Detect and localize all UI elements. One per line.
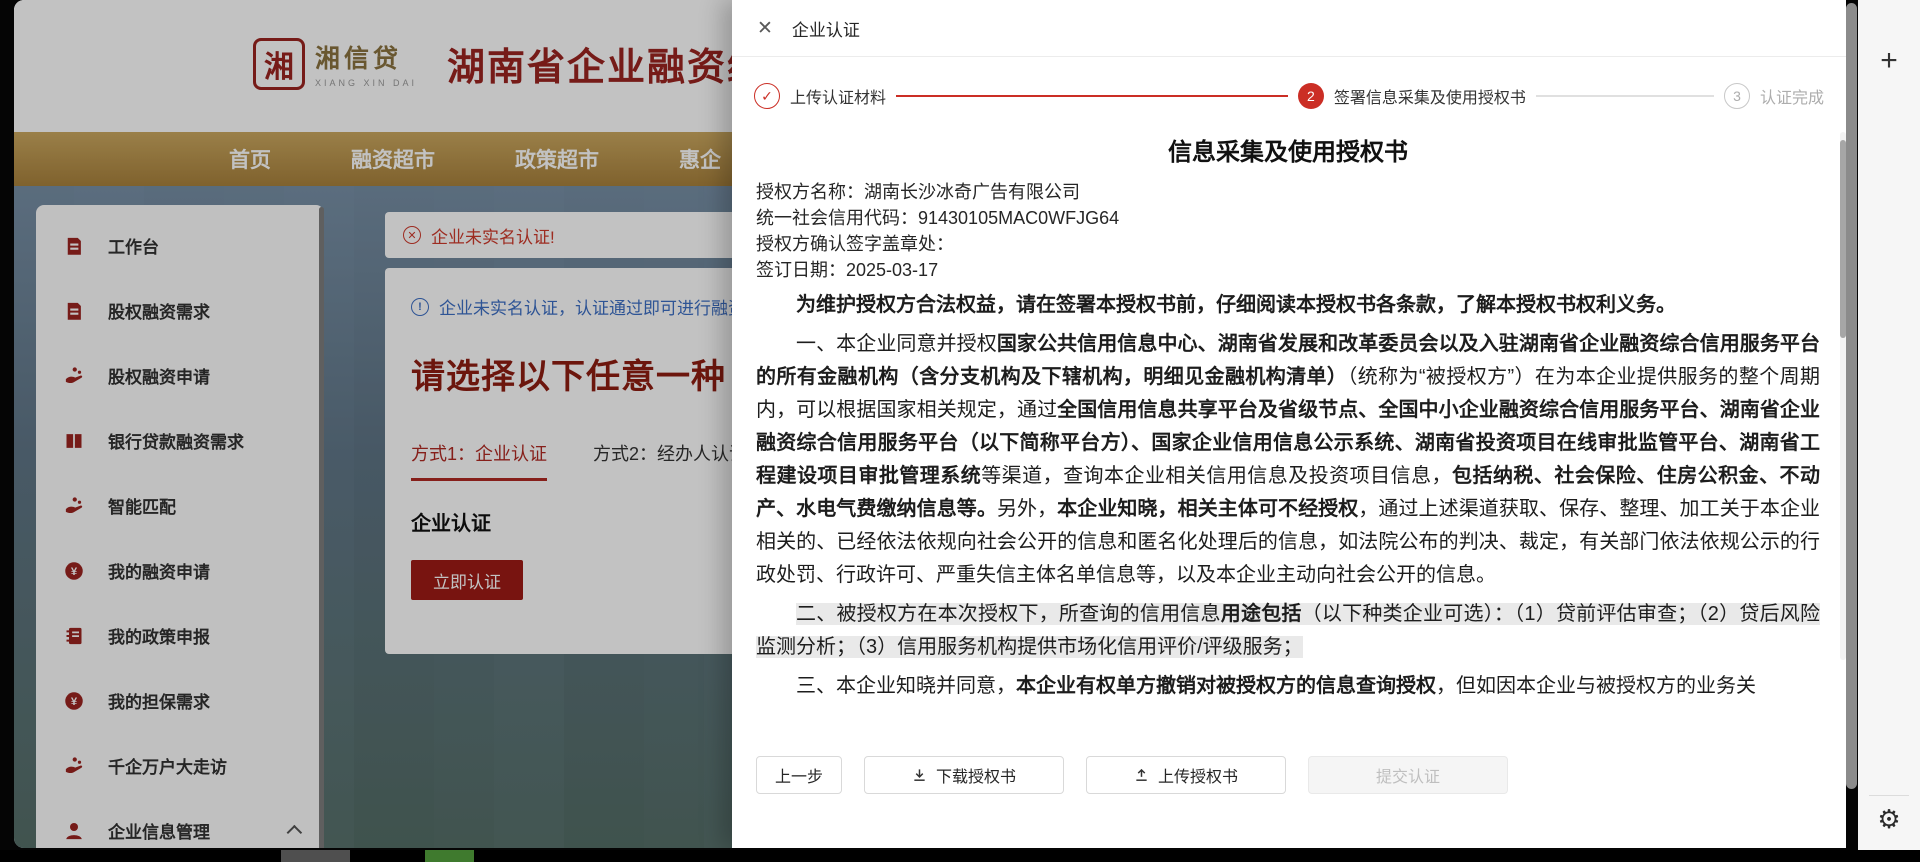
taskbar-segment-0 (281, 850, 350, 862)
modal-header: ✕ 企业认证 (732, 0, 1846, 57)
enterprise-cert-modal: ✕ 企业认证 ✓ 上传认证材料 2 签署信息采集及使用授权书 3 认证完成 信息采集及使用… (732, 0, 1846, 848)
browser-side-rail: + ⚙ (1858, 0, 1920, 862)
upload-authorization-button[interactable]: 上传授权书 (1086, 756, 1286, 794)
step-2-active: 2 签署信息采集及使用授权书 (1298, 83, 1526, 109)
close-icon[interactable]: ✕ (757, 19, 773, 38)
button-label: 上传授权书 (1158, 763, 1238, 787)
doc-field-0: 授权方名称：湖南长沙冰奇广告有限公司 (756, 179, 1820, 205)
step-label: 上传认证材料 (790, 84, 886, 108)
modal-actions: 上一步 下载授权书 上传授权书 提交认证 (756, 756, 1508, 794)
button-label: 上一步 (775, 763, 823, 787)
step-circle: 2 (1298, 83, 1324, 109)
step-label: 签署信息采集及使用授权书 (1334, 84, 1526, 108)
taskbar-segment-1 (425, 850, 474, 862)
doc-paragraph-2: 二、被授权方在本次授权下，所查询的信用信息用途包括（以下种类企业可选）：（1）贷… (756, 598, 1820, 664)
step-label: 认证完成 (1760, 84, 1824, 108)
button-label: 提交认证 (1376, 763, 1440, 787)
settings-gear-icon[interactable]: ⚙ (1858, 806, 1920, 832)
document-title: 信息采集及使用授权书 (756, 132, 1820, 167)
upload-icon (1134, 768, 1149, 783)
doc-field-1: 统一社会信用代码：91430105MAC0WFJG64 (756, 205, 1820, 231)
authorization-document: 信息采集及使用授权书 授权方名称：湖南长沙冰奇广告有限公司统一社会信用代码：91… (756, 128, 1820, 748)
modal-title: 企业认证 (792, 16, 860, 41)
document-paragraphs: 为维护授权方合法权益，请在签署本授权书前，仔细阅读本授权书各条款，了解本授权书权… (756, 289, 1820, 703)
download-icon (912, 768, 927, 783)
step-indicator: ✓ 上传认证材料 2 签署信息采集及使用授权书 3 认证完成 (732, 83, 1846, 109)
step-connector (896, 95, 1288, 97)
step-circle: ✓ (754, 83, 780, 109)
new-tab-button[interactable]: + (1858, 46, 1920, 76)
rail-divider (1869, 795, 1909, 796)
document-fields: 授权方名称：湖南长沙冰奇广告有限公司统一社会信用代码：91430105MAC0W… (756, 179, 1820, 283)
taskbar (0, 850, 1920, 862)
doc-field-2: 授权方确认签字盖章处： (756, 231, 1820, 257)
doc-field-3: 签订日期：2025-03-17 (756, 257, 1820, 283)
download-authorization-button[interactable]: 下载授权书 (864, 756, 1064, 794)
browser-window: 湘 湘信贷 XIANG XIN DAI 湖南省企业融资综合信 首页融资超市政策超… (14, 0, 1846, 848)
doc-paragraph-0: 为维护授权方合法权益，请在签署本授权书前，仔细阅读本授权书各条款，了解本授权书权… (756, 289, 1820, 322)
page-scrollbar-thumb[interactable] (1846, 3, 1857, 789)
doc-paragraph-3: 三、本企业知晓并同意，本企业有权单方撤销对被授权方的信息查询授权，但如因本企业与… (756, 670, 1820, 703)
button-label: 下载授权书 (936, 763, 1016, 787)
web-page: 湘 湘信贷 XIANG XIN DAI 湖南省企业融资综合信 首页融资超市政策超… (14, 0, 1846, 848)
step-circle: 3 (1724, 83, 1750, 109)
submit-certification-button: 提交认证 (1308, 756, 1508, 794)
step-3-pending: 3 认证完成 (1724, 83, 1824, 109)
doc-paragraph-1: 一、本企业同意并授权国家公共信用信息中心、湖南省发展和改革委员会以及入驻湖南省企… (756, 328, 1820, 592)
step-1-done: ✓ 上传认证材料 (754, 83, 886, 109)
step-connector (1536, 95, 1714, 97)
previous-step-button[interactable]: 上一步 (756, 756, 842, 794)
screen: 湘 湘信贷 XIANG XIN DAI 湖南省企业融资综合信 首页融资超市政策超… (0, 0, 1920, 862)
